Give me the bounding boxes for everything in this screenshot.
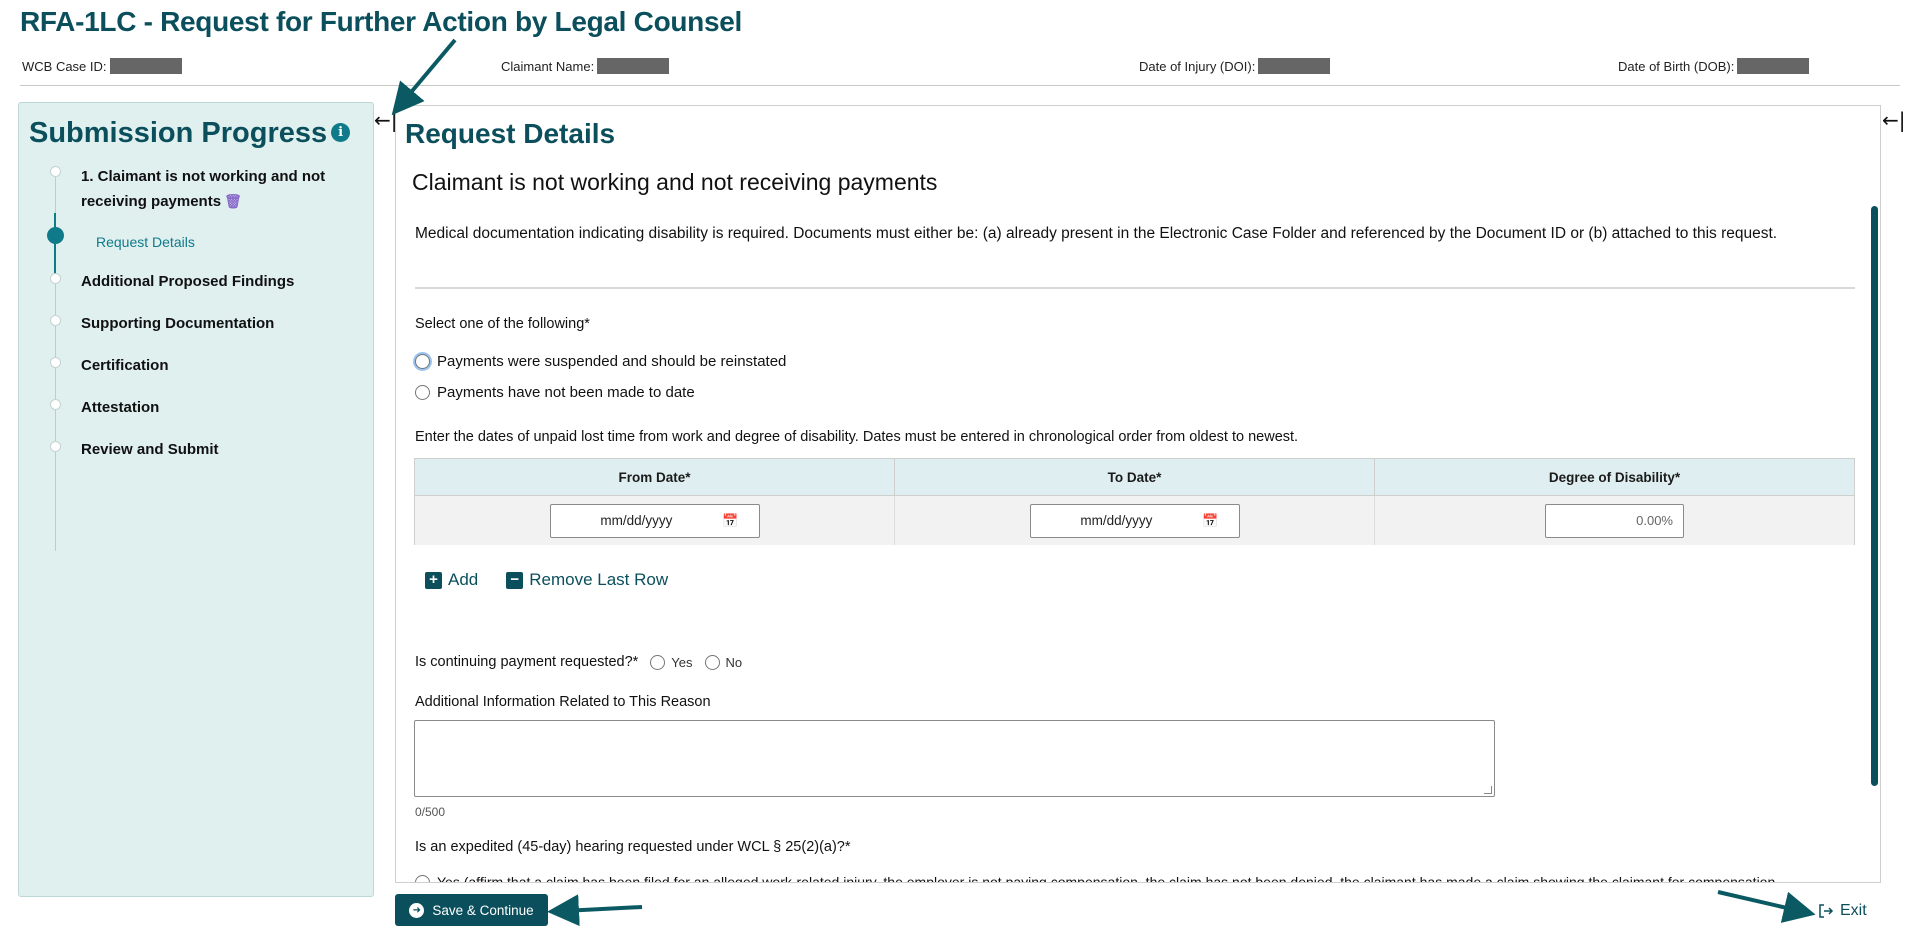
resize-handle[interactable] — [1484, 786, 1492, 794]
lost-time-table: From Date* To Date* Degree of Disability… — [414, 458, 1855, 545]
table-row: mm/dd/yyyy 📅 mm/dd/yyyy 📅 0.00% — [415, 496, 1854, 545]
step-dot — [50, 315, 61, 326]
radio-button[interactable] — [415, 385, 430, 400]
option-payments-not-made[interactable]: Payments have not been made to date — [415, 384, 695, 401]
expedited-option-yes[interactable]: Yes (affirm that a claim has been filed … — [415, 874, 1776, 883]
table-cell: mm/dd/yyyy 📅 — [895, 496, 1375, 545]
date-placeholder: mm/dd/yyyy — [600, 513, 673, 528]
table-header: From Date* To Date* Degree of Disability… — [415, 459, 1854, 496]
from-date-input[interactable]: mm/dd/yyyy 📅 — [549, 503, 760, 538]
save-label: Save & Continue — [432, 902, 534, 918]
add-row-button[interactable]: + Add — [425, 570, 478, 590]
sidebar-item-attestation[interactable]: Attestation — [81, 396, 159, 420]
degree-of-disability-input[interactable]: 0.00% — [1545, 503, 1684, 538]
sidebar-title: Submission Progress i — [29, 117, 351, 150]
no-label: No — [725, 654, 743, 670]
minus-icon: − — [506, 571, 524, 589]
radio-button[interactable] — [415, 874, 430, 882]
remove-last-row-button[interactable]: − Remove Last Row — [506, 570, 668, 590]
request-details-panel: Request Details Claimant is not working … — [395, 105, 1881, 883]
sidebar-item-supporting-documentation[interactable]: Supporting Documentation — [81, 312, 274, 336]
add-label: Add — [448, 570, 479, 589]
radio-button[interactable] — [704, 654, 720, 670]
claimant-name-field: Claimant Name: — [501, 58, 670, 74]
section-title: Request Details — [405, 118, 616, 149]
case-id-field: WCB Case ID: — [22, 58, 182, 74]
exit-label: Exit — [1840, 902, 1867, 919]
doi-label: Date of Injury (DOI): — [1139, 58, 1256, 74]
continuing-yes-option[interactable]: Yes — [650, 654, 693, 670]
step-label: 1. Claimant is not working and not — [81, 168, 326, 185]
step-dot — [50, 441, 61, 452]
expedited-hearing-label: Is an expedited (45-day) hearing request… — [415, 839, 851, 855]
radio-button[interactable] — [650, 654, 666, 670]
column-header: From Date* — [415, 459, 895, 495]
step-dot-active — [47, 227, 64, 244]
table-cell: mm/dd/yyyy 📅 — [415, 496, 895, 545]
date-placeholder: mm/dd/yyyy — [1080, 513, 1153, 528]
sidebar-item-claimant-not-working[interactable]: 1. Claimant is not working and not recei… — [81, 165, 325, 214]
to-date-input[interactable]: mm/dd/yyyy 📅 — [1029, 503, 1240, 538]
sidebar-title-text: Submission Progress — [29, 117, 328, 149]
case-id-label: WCB Case ID: — [22, 58, 107, 74]
claimant-name-label: Claimant Name: — [501, 58, 595, 74]
table-actions: + Add − Remove Last Row — [425, 570, 668, 590]
arrow-right-icon: ➜ — [409, 902, 425, 918]
continuing-payment-question: Is continuing payment requested?* Yes No — [415, 654, 742, 670]
scrollbar[interactable] — [1871, 206, 1878, 786]
collapse-sidebar-button[interactable]: ←| — [374, 108, 398, 132]
redacted-value — [109, 58, 182, 74]
dates-instruction: Enter the dates of unpaid lost time from… — [415, 429, 1299, 445]
annotation-arrow-save — [547, 894, 643, 927]
table-cell: 0.00% — [1375, 496, 1854, 545]
info-icon[interactable]: i — [331, 122, 351, 142]
column-header: Degree of Disability* — [1548, 470, 1681, 485]
additional-info-textarea[interactable] — [414, 720, 1495, 797]
option-label: Payments were suspended and should be re… — [437, 353, 787, 370]
additional-info-label: Additional Information Related to This R… — [415, 694, 711, 710]
radio-button[interactable] — [415, 354, 430, 369]
column-header: To Date* — [895, 459, 1375, 495]
option-label: Yes (affirm that a claim has been filed … — [437, 874, 1776, 883]
step-dot — [50, 357, 61, 368]
step-dot — [50, 273, 61, 284]
option-label: Payments have not been made to date — [437, 384, 695, 401]
exit-icon — [1819, 904, 1834, 918]
option-payments-suspended[interactable]: Payments were suspended and should be re… — [415, 353, 786, 370]
yes-label: Yes — [671, 654, 693, 670]
case-info-bar: WCB Case ID: Claimant Name: Date of Inju… — [20, 56, 1900, 86]
select-one-label: Select one of the following* — [415, 316, 590, 332]
continuing-no-option[interactable]: No — [704, 654, 743, 670]
divider — [415, 287, 1855, 289]
remove-label: Remove Last Row — [529, 570, 669, 589]
step-dot — [50, 166, 61, 177]
doi-field: Date of Injury (DOI): — [1139, 58, 1331, 74]
calendar-icon[interactable]: 📅 — [722, 513, 738, 529]
exit-button[interactable]: Exit — [1818, 902, 1867, 920]
sidebar-item-request-details[interactable]: Request Details — [96, 234, 195, 250]
trash-icon[interactable]: 🗑 — [224, 189, 242, 213]
plus-icon: + — [425, 571, 442, 589]
step-label-text: receiving payments — [81, 193, 222, 210]
sidebar-item-certification[interactable]: Certification — [81, 354, 169, 378]
redacted-value — [1258, 58, 1331, 74]
annotation-arrow-exit — [1717, 890, 1816, 923]
step-label-line2: receiving payments 🗑 — [81, 189, 325, 214]
sidebar-item-review-submit[interactable]: Review and Submit — [81, 438, 219, 462]
character-counter: 0/500 — [415, 805, 446, 819]
section-subtitle: Claimant is not working and not receivin… — [412, 169, 938, 195]
continuing-payment-label: Is continuing payment requested?* — [415, 654, 639, 670]
step-dot — [50, 399, 61, 410]
dob-field: Date of Birth (DOB): — [1618, 58, 1810, 74]
redacted-value — [597, 58, 670, 74]
save-continue-button[interactable]: ➜ Save & Continue — [395, 894, 548, 926]
calendar-icon[interactable]: 📅 — [1202, 513, 1218, 529]
collapse-right-panel-button[interactable]: ←| — [1882, 108, 1906, 132]
redacted-value — [1737, 58, 1810, 74]
submission-progress-panel: Submission Progress i 1. Claimant is not … — [18, 102, 374, 897]
sidebar-item-additional-findings[interactable]: Additional Proposed Findings — [81, 270, 294, 294]
dob-label: Date of Birth (DOB): — [1618, 58, 1735, 74]
medical-documentation-notice: Medical documentation indicating disabil… — [415, 225, 1778, 242]
page-title: RFA-1LC - Request for Further Action by … — [20, 6, 742, 37]
